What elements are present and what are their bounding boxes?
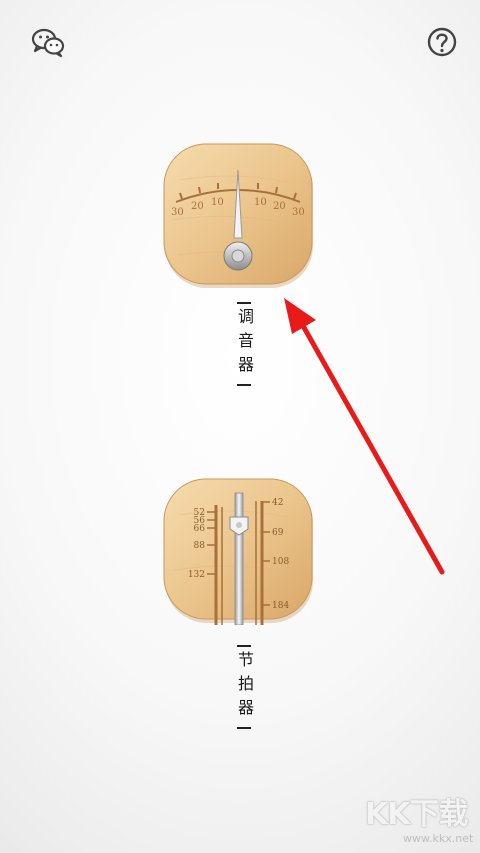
metronome-left-scale-label: 88 xyxy=(194,541,206,551)
tuner-dial-icon: 30 20 10 10 20 30 xyxy=(160,140,316,290)
metronome-label: 节拍器 xyxy=(232,645,256,729)
kkx-watermark: KK下载 www.kkx.net xyxy=(365,797,474,848)
help-button[interactable] xyxy=(424,24,460,60)
tuner-scale-label: 20 xyxy=(191,201,204,212)
tuner-label: 调音器 xyxy=(232,302,256,386)
wechat-share-button[interactable] xyxy=(30,24,66,60)
tuner-scale-label: 20 xyxy=(273,201,286,212)
watermark-url: www.kkx.net xyxy=(403,832,474,845)
tuner-scale-label: 10 xyxy=(211,197,224,208)
tuner-scale-label: 30 xyxy=(292,207,305,218)
red-annotation-arrow xyxy=(284,298,445,575)
metronome-right-scale-label: 184 xyxy=(272,601,289,611)
watermark-logo: KK下载 xyxy=(365,797,469,832)
tuner-scale-label: 10 xyxy=(254,197,267,208)
wechat-icon xyxy=(31,28,65,58)
metronome-left-scale-label: 132 xyxy=(188,570,205,580)
tuner-button[interactable]: 30 20 10 10 20 30 调音器 xyxy=(160,140,316,386)
metronome-left-scale-label: 66 xyxy=(194,524,206,534)
tuner-scale-label: 30 xyxy=(171,207,184,218)
tuner-label-text: 调音器 xyxy=(235,308,254,380)
metronome-label-text: 节拍器 xyxy=(235,651,254,723)
help-icon xyxy=(427,27,457,57)
